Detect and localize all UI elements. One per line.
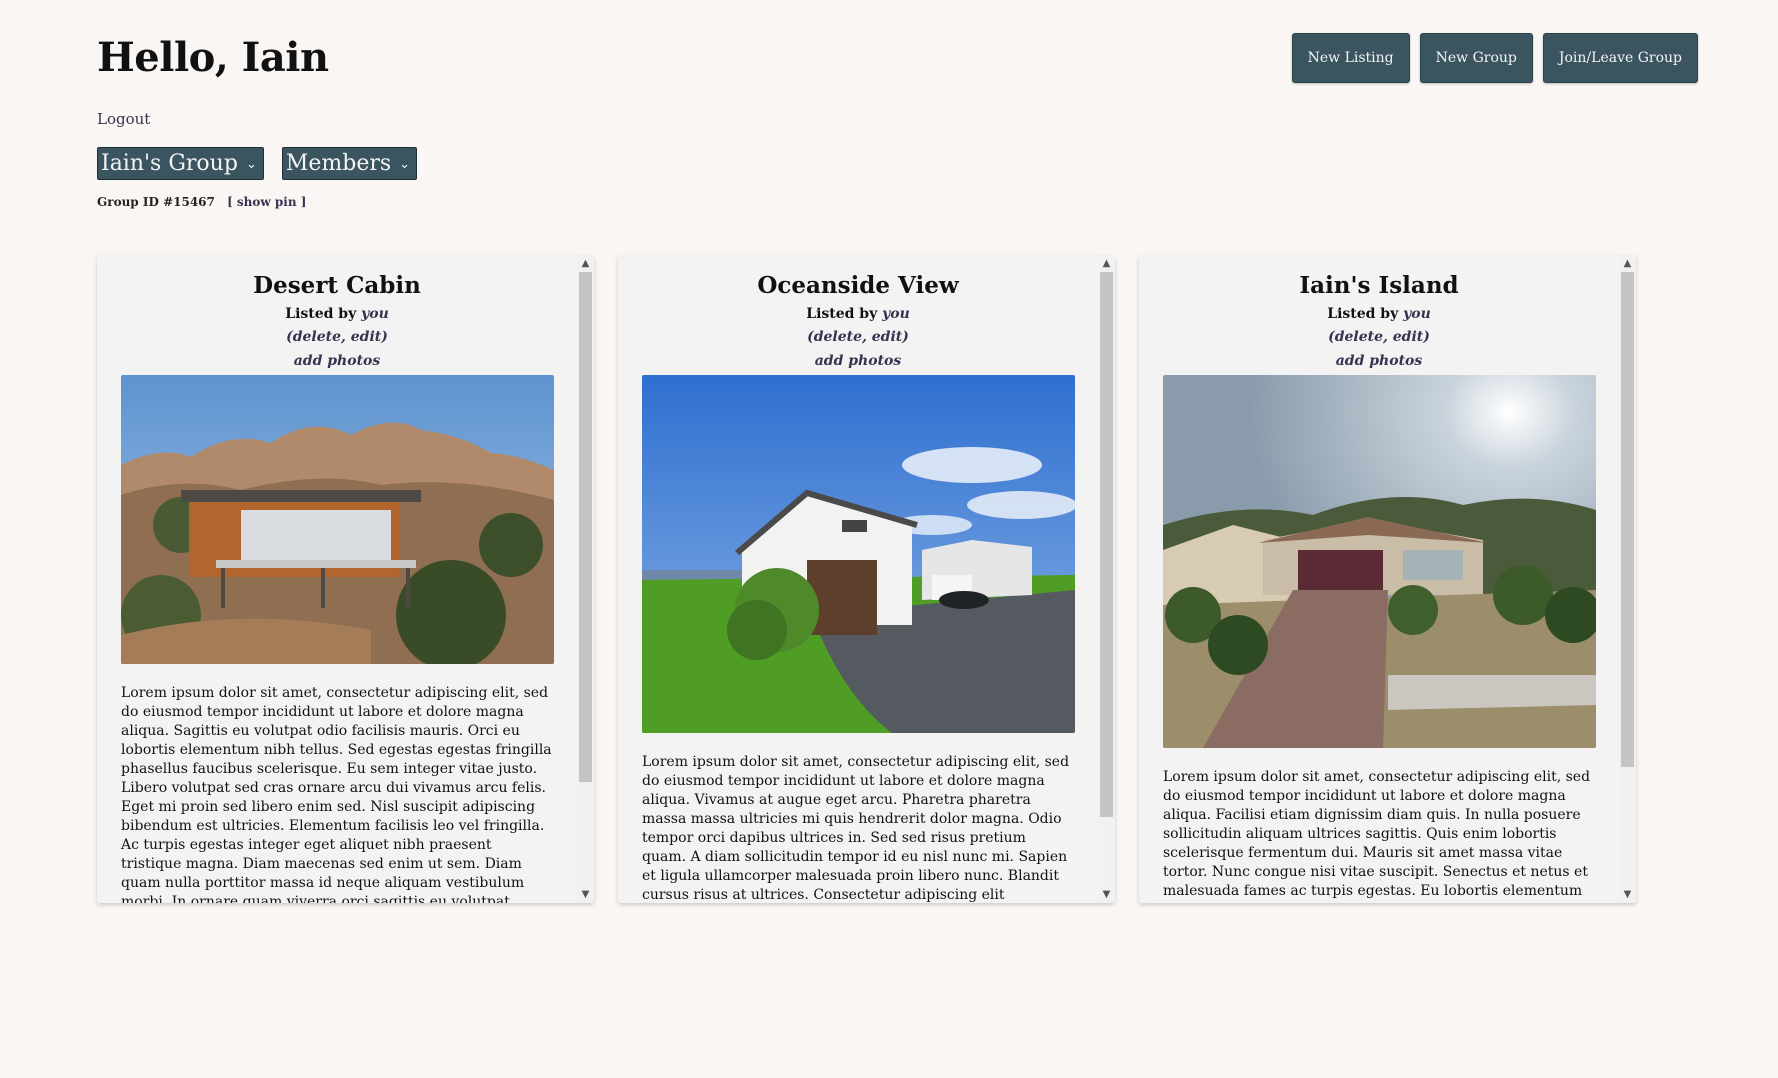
scrollbar-thumb[interactable] bbox=[1621, 272, 1634, 767]
delete-edit-links[interactable]: (delete, edit) bbox=[642, 325, 1074, 349]
greeting-heading: Hello, Iain bbox=[97, 34, 329, 81]
members-select-value: Members bbox=[285, 151, 392, 176]
listing-scrollbar[interactable]: ▲ ▼ bbox=[1619, 255, 1636, 903]
listing-description: Lorem ipsum dolor sit amet, consectetur … bbox=[642, 754, 1070, 903]
listed-by-label: Listed by bbox=[1327, 306, 1399, 322]
top-actions: New Listing New Group Join/Leave Group bbox=[1291, 33, 1698, 83]
listing-description: Lorem ipsum dolor sit amet, consectetur … bbox=[121, 685, 552, 903]
listing-title: Iain's Island bbox=[1299, 272, 1459, 299]
delete-edit-links[interactable]: (delete, edit) bbox=[1163, 325, 1595, 349]
add-photos-link[interactable]: add photos bbox=[642, 349, 1074, 373]
join-leave-group-button[interactable]: Join/Leave Group bbox=[1542, 33, 1698, 83]
chevron-down-icon[interactable]: ▼ bbox=[577, 886, 594, 903]
chevron-up-icon[interactable]: ▲ bbox=[577, 255, 594, 272]
listing-photo bbox=[121, 375, 554, 664]
group-selectors: Iain's Group ⌄ Members ⌄ bbox=[97, 147, 418, 180]
listing-photo bbox=[1163, 375, 1596, 748]
listing-card-content: Oceanside View Listed by you (delete, ed… bbox=[618, 255, 1098, 903]
listed-by-label: Listed by bbox=[285, 306, 357, 322]
listed-by: Listed by you bbox=[121, 303, 553, 325]
listing-scrollbar[interactable]: ▲ ▼ bbox=[1098, 255, 1115, 903]
listed-by: Listed by you bbox=[1163, 303, 1595, 325]
listing-card: Desert Cabin Listed by you (delete, edit… bbox=[97, 255, 594, 903]
chevron-down-icon[interactable]: ▼ bbox=[1098, 886, 1115, 903]
new-group-button[interactable]: New Group bbox=[1419, 33, 1533, 83]
listing-scrollbar[interactable]: ▲ ▼ bbox=[577, 255, 594, 903]
add-photos-link[interactable]: add photos bbox=[1163, 349, 1595, 373]
chevron-down-icon: ⌄ bbox=[245, 157, 257, 172]
chevron-up-icon[interactable]: ▲ bbox=[1098, 255, 1115, 272]
listed-by: Listed by you bbox=[642, 303, 1074, 325]
listing-card-content: Desert Cabin Listed by you (delete, edit… bbox=[97, 255, 577, 903]
group-id-text: Group ID #15467 bbox=[97, 195, 215, 209]
listed-by-user: you bbox=[882, 306, 910, 322]
logout-link[interactable]: Logout bbox=[97, 110, 150, 128]
listed-by-user: you bbox=[1403, 306, 1431, 322]
listing-description: Lorem ipsum dolor sit amet, consectetur … bbox=[1163, 769, 1591, 903]
add-photos-link[interactable]: add photos bbox=[121, 349, 553, 373]
listing-title: Oceanside View bbox=[757, 272, 959, 299]
chevron-up-icon[interactable]: ▲ bbox=[1619, 255, 1636, 272]
members-select[interactable]: Members ⌄ bbox=[281, 147, 418, 180]
listing-photo bbox=[642, 375, 1075, 733]
show-pin-link[interactable]: [ show pin ] bbox=[227, 195, 306, 209]
listing-card-content: Iain's Island Listed by you (delete, edi… bbox=[1139, 255, 1619, 903]
listing-card: Oceanside View Listed by you (delete, ed… bbox=[618, 255, 1115, 903]
listing-title: Desert Cabin bbox=[253, 272, 421, 299]
scrollbar-thumb[interactable] bbox=[579, 272, 592, 782]
group-select-value: Iain's Group bbox=[101, 151, 238, 176]
new-listing-button[interactable]: New Listing bbox=[1291, 33, 1410, 83]
group-select[interactable]: Iain's Group ⌄ bbox=[97, 147, 264, 180]
delete-edit-links[interactable]: (delete, edit) bbox=[121, 325, 553, 349]
listed-by-label: Listed by bbox=[806, 306, 878, 322]
listed-by-user: you bbox=[361, 306, 389, 322]
group-id-line: Group ID #15467 [ show pin ] bbox=[97, 195, 306, 209]
chevron-down-icon[interactable]: ▼ bbox=[1619, 886, 1636, 903]
listings: Desert Cabin Listed by you (delete, edit… bbox=[97, 255, 1636, 903]
scrollbar-thumb[interactable] bbox=[1100, 272, 1113, 817]
listing-card: Iain's Island Listed by you (delete, edi… bbox=[1139, 255, 1636, 903]
page: Hello, Iain Logout New Listing New Group… bbox=[0, 0, 1778, 1078]
chevron-down-icon: ⌄ bbox=[399, 157, 411, 172]
